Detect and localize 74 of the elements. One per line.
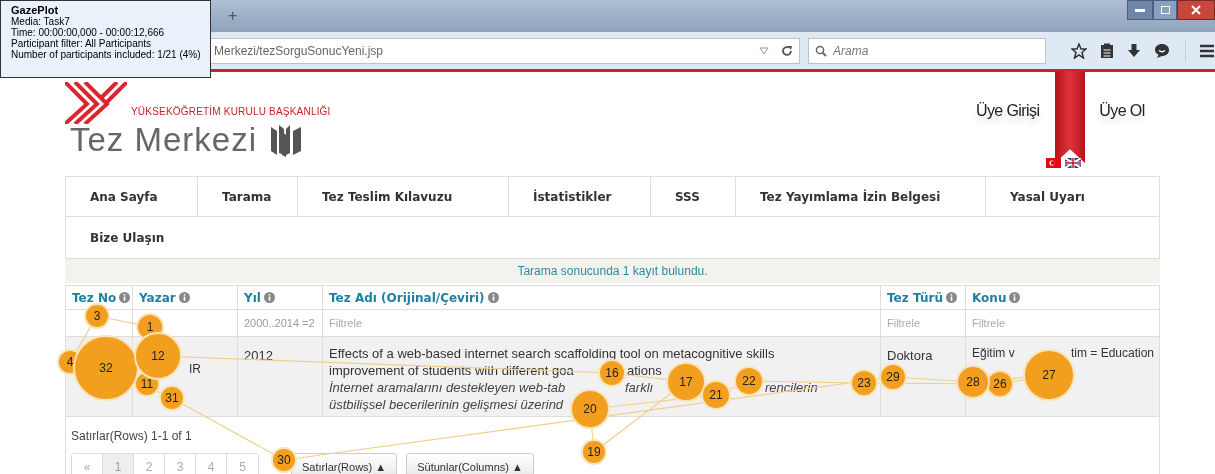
nav-item[interactable]: Ana Sayfa	[66, 177, 198, 216]
nav-item[interactable]: Yasal Uyarı	[986, 177, 1159, 216]
column-header[interactable]: Yıl	[244, 288, 261, 307]
fixation-point: 3	[84, 303, 110, 329]
new-tab-button[interactable]: +	[228, 4, 238, 28]
cell-text: ations	[627, 362, 662, 380]
minimize-button[interactable]	[1127, 0, 1153, 20]
info-icon[interactable]	[945, 292, 957, 303]
logo-icon	[65, 82, 127, 124]
row-count-text: Satırlar(Rows) 1-1 of 1	[71, 429, 192, 443]
nav-item[interactable]: Tez Teslim Kılavuzu	[298, 177, 509, 216]
filter-field[interactable]: 2000..2014 =2	[244, 314, 316, 332]
fixation-point: 22	[734, 366, 764, 396]
page-button[interactable]: 1	[103, 454, 134, 474]
close-icon	[1191, 5, 1201, 15]
header-link[interactable]: Üye Girişi	[976, 99, 1040, 123]
result-message: Tarama sonucunda 1 kayıt bulundu.	[517, 263, 708, 280]
download-icon[interactable]	[1127, 42, 1141, 59]
column-header[interactable]: Tez Adı (Orijinal/Çeviri)	[329, 288, 485, 307]
clipboard-icon[interactable]	[1100, 42, 1114, 59]
info-icon[interactable]	[263, 292, 275, 303]
maximize-button[interactable]	[1153, 0, 1177, 20]
column-header[interactable]: Yazar	[139, 288, 176, 307]
dropdown-button[interactable]: Satırlar(Rows) ▲	[291, 453, 398, 474]
nav-item[interactable]: Bize Ulaşın	[66, 217, 1159, 258]
maximize-icon	[1160, 6, 1170, 14]
cell-text: farklı	[625, 379, 654, 397]
gaze-plot-info: GazePlot Media: Task7 Time: 00:00:00,000 - 00:00:12,666 Participant filter: All Participants Number of participants included: 1/21 (4%)	[0, 0, 211, 78]
fixation-point: 12	[134, 332, 182, 380]
page-button[interactable]: «	[72, 454, 103, 474]
nav-item[interactable]: Tez Yayımlama İzin Belgesi	[736, 177, 986, 216]
column-header[interactable]: Konu	[972, 288, 1007, 307]
search-field[interactable]: Arama	[808, 37, 1046, 64]
header-link[interactable]: Üye Ol	[1099, 99, 1145, 123]
cell-text: rencilerin	[765, 379, 818, 397]
filter-field[interactable]: Filtrele	[972, 314, 1153, 332]
fixation-point: 20	[570, 389, 610, 429]
filter-field[interactable]: Filtrele	[887, 314, 959, 332]
fixation-point: 19	[581, 439, 607, 465]
column-header[interactable]: Tez Türü	[887, 288, 943, 307]
cell-text: üstbilişsel becerilerinin gelişmesi üzerind	[329, 396, 564, 414]
info-icon[interactable]	[119, 292, 131, 303]
fixation-point: 30	[271, 447, 297, 473]
site-title: Tez Merkezi	[70, 122, 258, 158]
cell-text: 2012	[244, 348, 273, 363]
filter-field[interactable]: Filtrele	[329, 314, 874, 332]
chat-icon[interactable]	[1154, 42, 1170, 59]
nav-item[interactable]: İstatistikler	[509, 177, 651, 216]
fixation-point: 28	[956, 365, 990, 399]
star-icon[interactable]	[1071, 42, 1087, 59]
turkish-flag-icon[interactable]	[1046, 158, 1061, 168]
british-flag-icon[interactable]	[1065, 158, 1081, 168]
nav-item[interactable]: SSS	[651, 177, 736, 216]
minimize-icon	[1135, 8, 1145, 12]
fixation-point: 32	[73, 335, 139, 401]
reload-icon[interactable]	[781, 44, 793, 57]
books-icon	[269, 123, 304, 157]
close-button[interactable]	[1177, 0, 1215, 20]
nav-item[interactable]: Tarama	[198, 177, 298, 216]
search-icon	[815, 44, 827, 57]
info-icon[interactable]	[1009, 292, 1021, 303]
info-icon[interactable]	[487, 292, 499, 303]
fixation-point: 21	[701, 380, 731, 410]
cell-text: İnternet aramalarını destekleyen web-tab	[329, 379, 566, 397]
dropdown-button[interactable]: Sütunlar(Columns) ▲	[406, 453, 534, 474]
cell-text: tim = Education	[1071, 345, 1155, 362]
cell-text: Eğitim v	[972, 345, 1015, 362]
cell-text: IR	[189, 361, 201, 378]
info-icon[interactable]	[178, 292, 190, 303]
menu-icon[interactable]	[1199, 43, 1215, 58]
organization-name: YÜKSEKÖĞRETİM KURULU BAŞKANLIĞI	[131, 104, 331, 119]
fixation-point: 17	[666, 362, 706, 402]
url-text: Merkezi/tezSorguSonucYeni.jsp	[214, 42, 384, 60]
cell-text: Doktora	[887, 348, 933, 363]
